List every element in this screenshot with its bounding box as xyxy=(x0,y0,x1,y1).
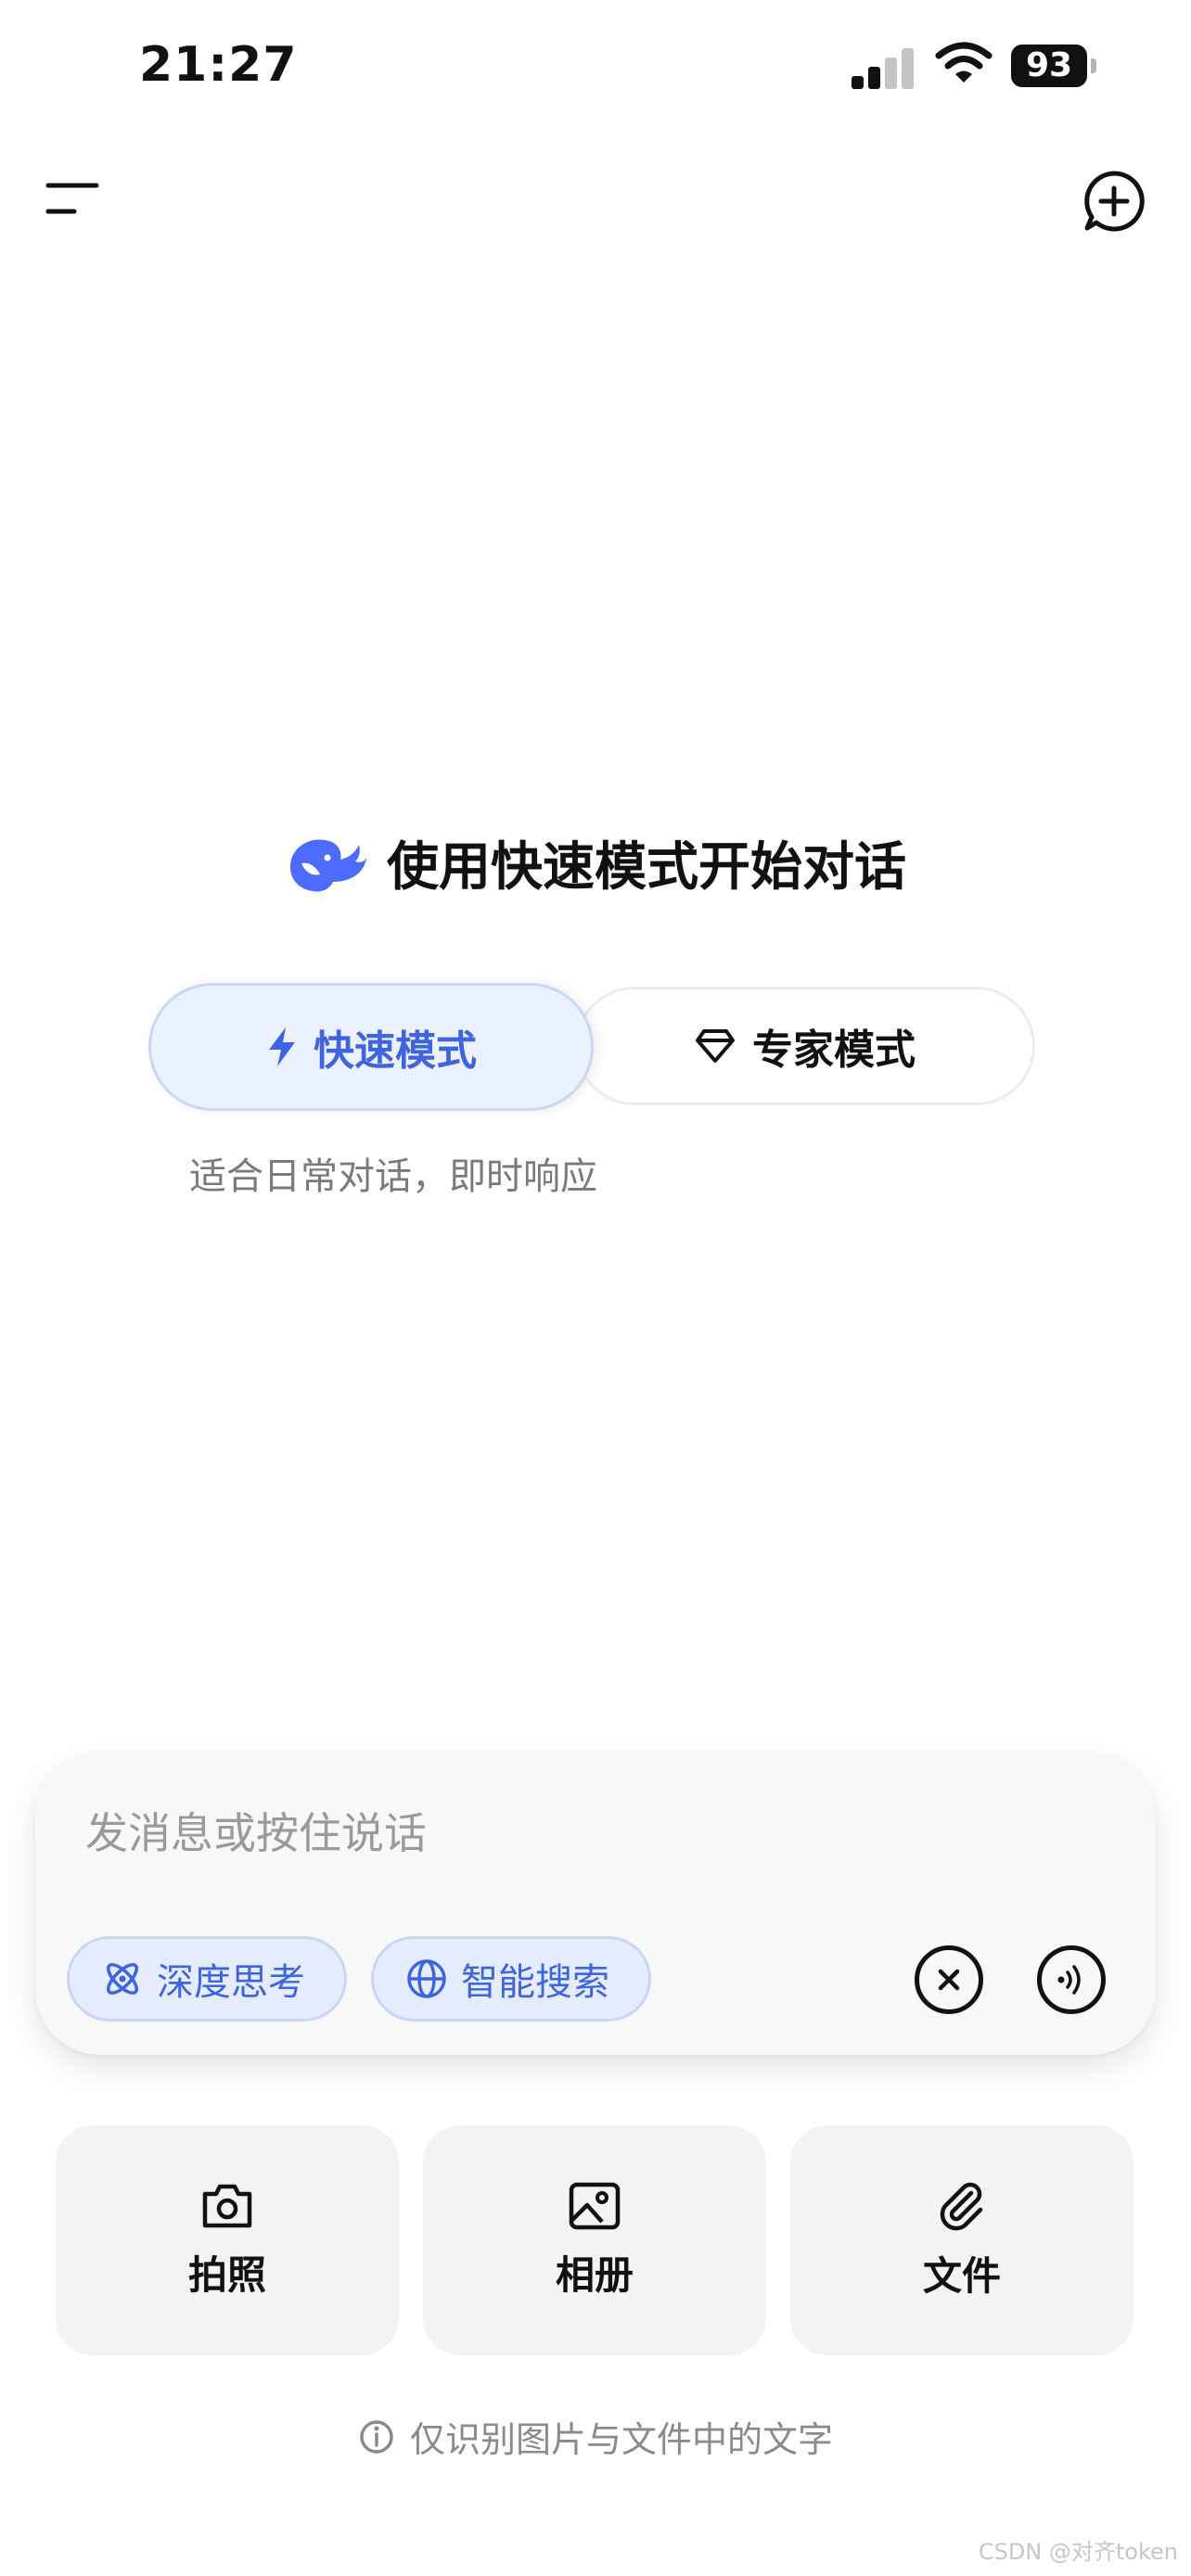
file-button[interactable]: 文件 xyxy=(790,2125,1133,2355)
album-label: 相册 xyxy=(555,2251,634,2298)
watermark: CSDN @对齐token xyxy=(978,2539,1178,2565)
battery-icon: 93 xyxy=(1011,45,1100,87)
close-icon xyxy=(935,1966,963,1994)
globe-icon xyxy=(405,1958,448,2000)
album-button[interactable]: 相册 xyxy=(423,2125,766,2355)
status-time: 21:27 xyxy=(139,37,298,93)
fast-mode-label: 快速模式 xyxy=(314,1027,477,1075)
greeting-title: 使用快速模式开始对话 xyxy=(387,836,906,898)
voice-wave-icon xyxy=(1053,1961,1090,1998)
cellular-signal-icon xyxy=(852,46,916,93)
image-icon xyxy=(567,2181,622,2231)
camera-icon xyxy=(199,2181,255,2231)
ocr-note-label: 仅识别图片与文件中的文字 xyxy=(409,2419,833,2460)
camera-button[interactable]: 拍照 xyxy=(56,2125,399,2355)
message-composer: 深度思考 智能搜索 xyxy=(35,1753,1156,2055)
deep-think-toggle[interactable]: 深度思考 xyxy=(67,1936,347,2021)
wifi-icon xyxy=(935,41,992,87)
paperclip-icon xyxy=(934,2180,990,2232)
whale-logo-icon xyxy=(285,830,366,895)
ocr-note: 仅识别图片与文件中的文字 xyxy=(0,2411,1191,2462)
fast-mode-button[interactable]: 快速模式 xyxy=(148,983,594,1111)
atom-icon xyxy=(101,1958,144,2000)
camera-label: 拍照 xyxy=(187,2251,266,2298)
file-label: 文件 xyxy=(922,2252,1001,2299)
expert-mode-button[interactable]: 专家模式 xyxy=(575,987,1035,1105)
menu-icon[interactable] xyxy=(45,176,100,223)
expert-mode-label: 专家模式 xyxy=(752,1027,916,1074)
mode-description: 适合日常对话，即时响应 xyxy=(189,1155,597,1198)
message-input[interactable] xyxy=(83,1795,922,1871)
greeting: 使用快速模式开始对话 xyxy=(0,816,1191,909)
lightning-icon xyxy=(265,1026,299,1068)
new-chat-icon[interactable] xyxy=(1082,169,1146,234)
battery-level: 93 xyxy=(1011,45,1087,87)
close-button[interactable] xyxy=(915,1945,983,2014)
mode-toggle: 专家模式 快速模式 xyxy=(148,983,1037,1111)
deep-think-label: 深度思考 xyxy=(157,1961,305,2004)
diamond-icon xyxy=(695,1027,736,1065)
voice-button[interactable] xyxy=(1037,1945,1106,2014)
battery-tip xyxy=(1091,58,1096,73)
info-icon xyxy=(358,2418,395,2455)
smart-search-label: 智能搜索 xyxy=(461,1961,609,2004)
smart-search-toggle[interactable]: 智能搜索 xyxy=(371,1936,651,2021)
